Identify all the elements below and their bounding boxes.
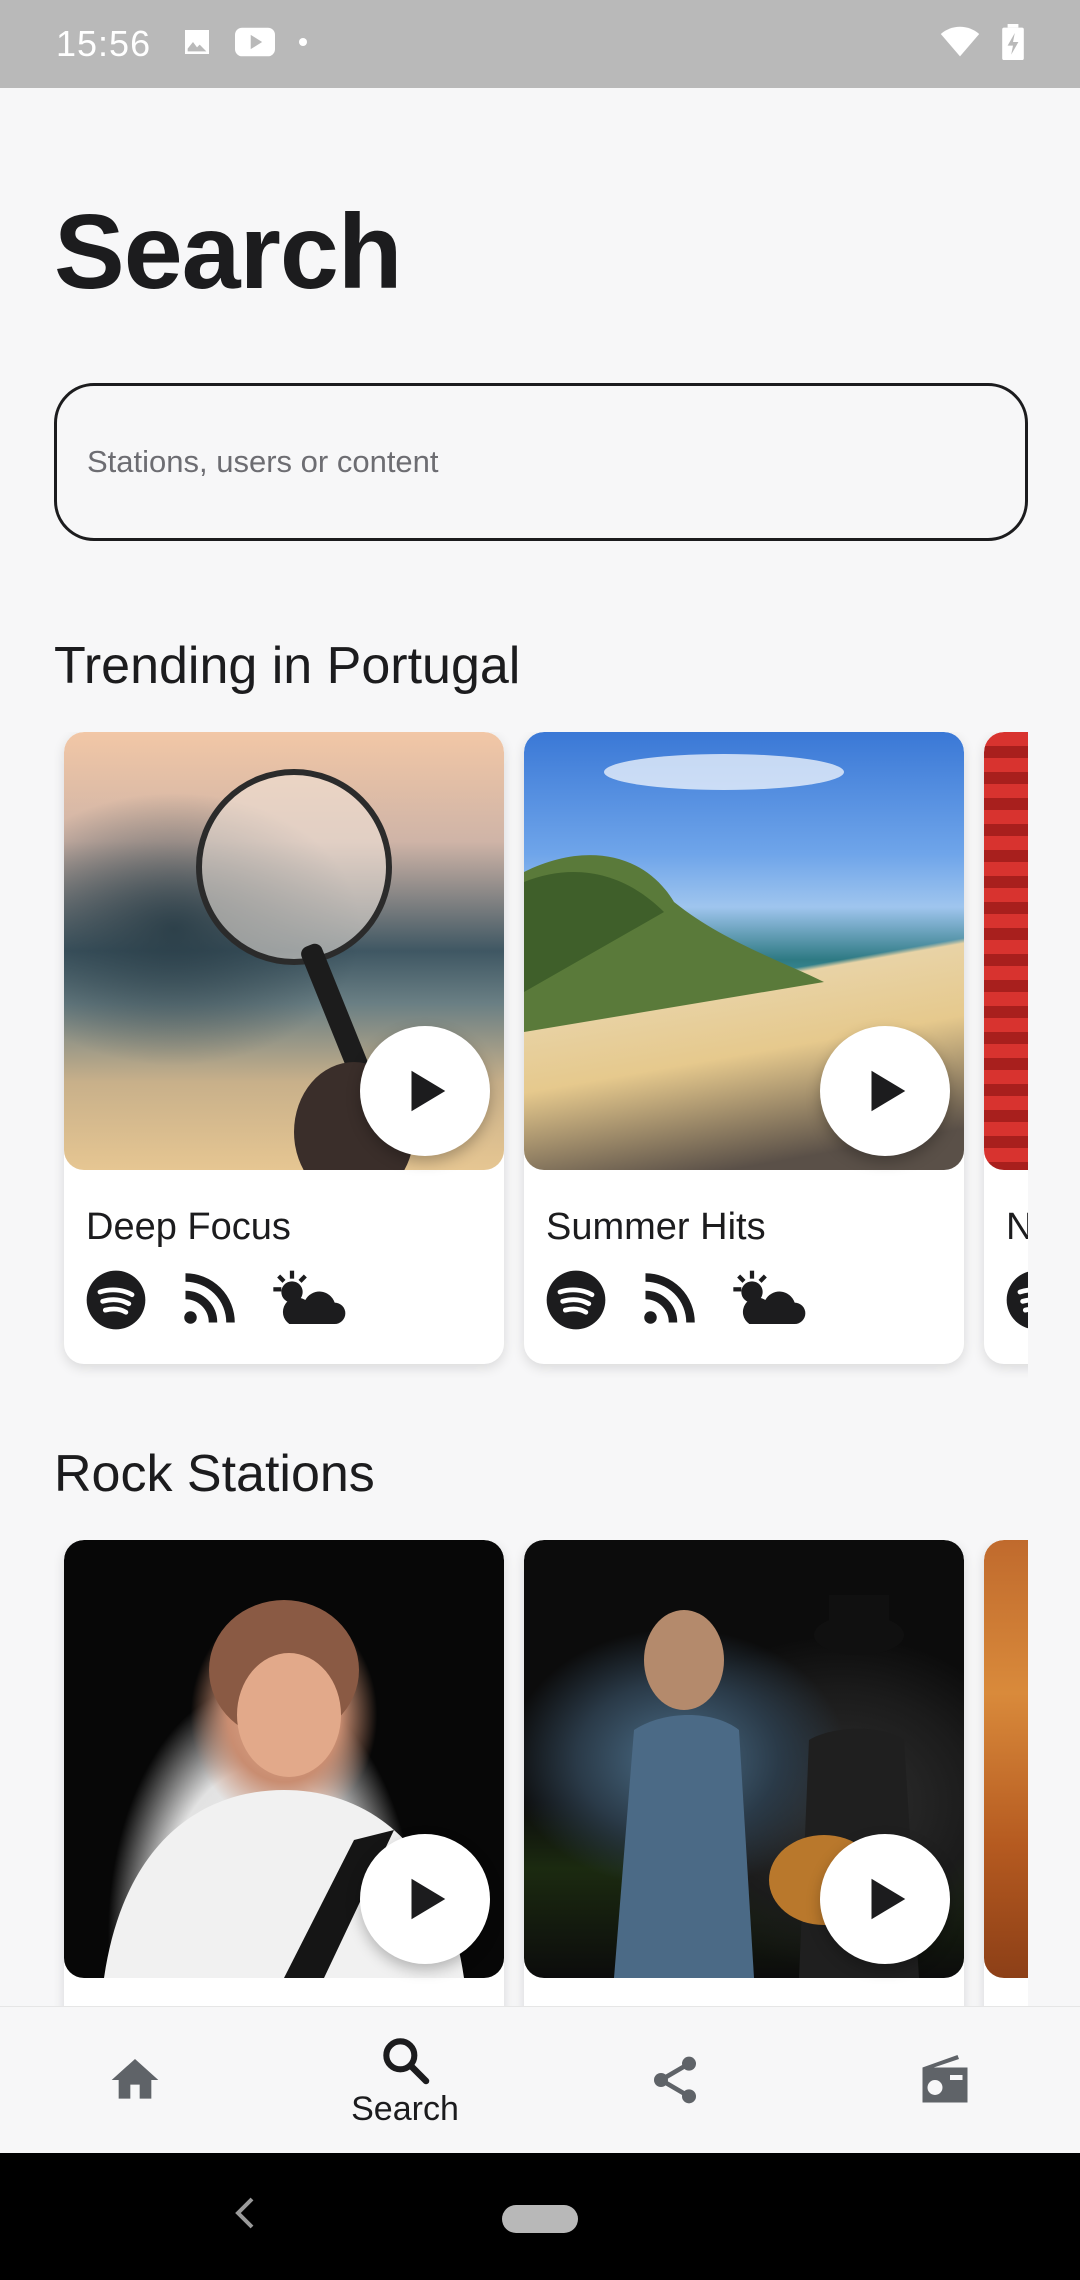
spotify-icon bbox=[84, 1268, 148, 1337]
share-icon bbox=[654, 2056, 696, 2104]
card-title: Deep Focus bbox=[86, 1206, 291, 1248]
rss-icon bbox=[638, 1270, 698, 1335]
rock-carousel[interactable] bbox=[54, 1540, 1028, 2006]
nav-share[interactable] bbox=[540, 2007, 810, 2153]
trending-carousel[interactable]: Deep Focus Summer Hits N bbox=[54, 732, 1028, 1378]
image-icon bbox=[181, 26, 213, 63]
spotify-icon bbox=[1004, 1268, 1028, 1337]
station-card[interactable] bbox=[984, 1540, 1028, 2006]
station-card[interactable]: Deep Focus bbox=[64, 732, 504, 1364]
page-title: Search bbox=[54, 193, 403, 311]
back-icon[interactable] bbox=[230, 2193, 258, 2238]
youtube-icon bbox=[235, 26, 276, 63]
play-icon bbox=[411, 1070, 446, 1112]
section-title-trending: Trending in Portugal bbox=[54, 637, 521, 695]
weather-icon bbox=[728, 1268, 808, 1337]
station-card[interactable] bbox=[64, 1540, 504, 2006]
play-button[interactable] bbox=[360, 1834, 490, 1964]
home-icon bbox=[111, 2059, 159, 2099]
status-time: 15:56 bbox=[56, 23, 152, 64]
card-title: N bbox=[1006, 1206, 1028, 1248]
play-button[interactable] bbox=[360, 1026, 490, 1156]
card-title: Summer Hits bbox=[546, 1206, 766, 1248]
search-icon bbox=[383, 2037, 430, 2084]
play-icon bbox=[871, 1070, 906, 1112]
search-field[interactable] bbox=[54, 383, 1028, 541]
rss-icon bbox=[178, 1270, 238, 1335]
station-card[interactable] bbox=[524, 1540, 964, 2006]
search-input[interactable] bbox=[87, 444, 995, 480]
card-image bbox=[984, 1540, 1028, 1978]
play-button[interactable] bbox=[820, 1834, 950, 1964]
dot-icon bbox=[297, 35, 309, 53]
nav-search-label: Search bbox=[351, 2089, 459, 2128]
radio-icon bbox=[922, 2055, 968, 2103]
card-image bbox=[984, 732, 1028, 1170]
weather-icon bbox=[268, 1268, 348, 1337]
play-button[interactable] bbox=[820, 1026, 950, 1156]
play-icon bbox=[871, 1878, 906, 1920]
station-card[interactable]: Summer Hits bbox=[524, 732, 964, 1364]
battery-charging-icon bbox=[1002, 23, 1024, 65]
home-pill[interactable] bbox=[502, 2205, 578, 2233]
nav-home[interactable] bbox=[0, 2007, 270, 2153]
bottom-nav: Search bbox=[0, 2006, 1080, 2153]
wifi-icon bbox=[940, 26, 980, 63]
nav-search[interactable]: Search bbox=[270, 2007, 540, 2153]
play-icon bbox=[411, 1878, 446, 1920]
status-bar: 15:56 bbox=[0, 0, 1080, 88]
spotify-icon bbox=[544, 1268, 608, 1337]
section-title-rock: Rock Stations bbox=[54, 1445, 375, 1503]
station-card[interactable]: N bbox=[984, 732, 1028, 1364]
nav-radio[interactable] bbox=[810, 2007, 1080, 2153]
